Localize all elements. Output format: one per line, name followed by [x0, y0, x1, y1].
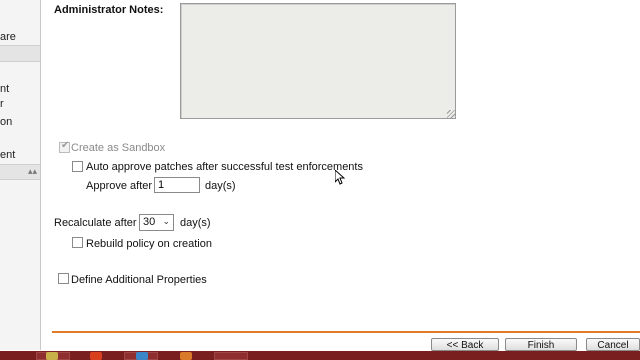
auto-approve-checkbox[interactable]: [72, 161, 83, 172]
create-sandbox-label: Create as Sandbox: [71, 142, 166, 154]
rebuild-policy-label: Rebuild policy on creation: [86, 238, 212, 250]
create-sandbox-checkbox: ✔: [59, 140, 70, 153]
define-properties-label: Define Additional Properties: [71, 274, 207, 286]
app-icon[interactable]: [90, 352, 102, 360]
finish-button[interactable]: Finish: [505, 338, 577, 351]
double-chevron-up-icon[interactable]: ▴▴: [28, 166, 38, 176]
resize-grip-icon[interactable]: [447, 110, 455, 118]
auto-approve-label: Auto approve patches after successful te…: [86, 161, 363, 173]
approve-after-label: Approve after: [86, 180, 153, 192]
recalculate-value: 30: [143, 216, 156, 228]
footer-divider: [52, 331, 640, 333]
checkmark-icon: ✔: [61, 140, 70, 151]
recalculate-label: Recalculate after: [54, 217, 137, 229]
admin-notes-label: Administrator Notes:: [54, 4, 164, 16]
app-icon[interactable]: [46, 352, 58, 360]
sidebar-item-1[interactable]: are: [0, 31, 16, 43]
recalculate-unit: day(s): [180, 217, 211, 229]
rebuild-policy-checkbox[interactable]: [72, 237, 83, 248]
sidebar-item-2[interactable]: nt: [0, 83, 9, 95]
app-icon[interactable]: [180, 352, 192, 360]
sidebar-item-5[interactable]: ent: [0, 149, 15, 161]
approve-after-unit: day(s): [205, 180, 236, 192]
sidebar-item-3[interactable]: r: [0, 98, 4, 110]
taskbar-item-3[interactable]: [214, 352, 248, 360]
approve-after-input[interactable]: [154, 177, 200, 193]
sidebar-item-4[interactable]: on: [0, 116, 12, 128]
browser-icon[interactable]: [136, 352, 148, 360]
mouse-cursor-icon: [335, 170, 345, 185]
cancel-button[interactable]: Cancel: [586, 338, 640, 351]
chevron-down-icon: ⌄: [162, 216, 170, 226]
define-properties-checkbox[interactable]: [58, 273, 69, 284]
back-button[interactable]: << Back: [431, 338, 499, 351]
recalculate-select[interactable]: 30 ⌄: [139, 214, 174, 231]
sidebar-section-band: [0, 45, 40, 62]
admin-notes-textarea[interactable]: [180, 3, 456, 119]
